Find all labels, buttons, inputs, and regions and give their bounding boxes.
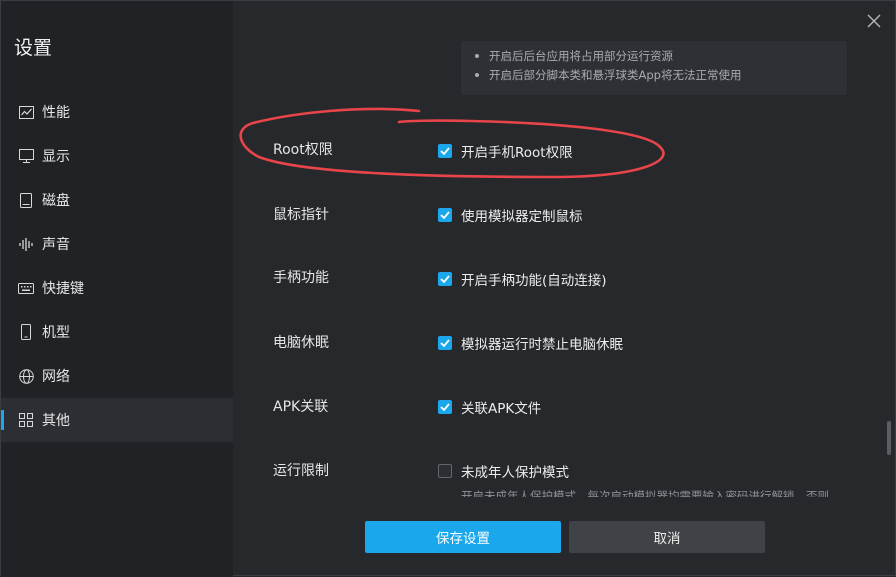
apk-association-label: APK关联 [273,399,329,415]
pc-sleep-checkbox[interactable] [438,336,452,350]
sidebar-item-label: 声音 [42,237,70,253]
gamepad-option[interactable]: 开启手柄功能(自动连接) [438,269,607,289]
run-limit-description: 开启未成年人保护模式，每次启动模拟器均需要输入密码进行解锁，否则 [461,489,829,497]
cancel-button[interactable]: 取消 [569,521,765,553]
sidebar-item-label: 磁盘 [42,193,70,209]
option-label: 开启手机Root权限 [461,145,573,161]
sidebar-item-display[interactable]: 显示 [1,134,233,178]
sidebar-item-other[interactable]: 其他 [1,398,233,442]
sidebar-title: 设置 [14,37,53,59]
mouse-pointer-option[interactable]: 使用模拟器定制鼠标 [438,205,583,225]
pc-sleep-label: 电脑休眠 [273,335,329,351]
minor-protection-option[interactable]: 未成年人保护模式 [438,461,569,481]
mouse-pointer-checkbox[interactable] [438,208,452,222]
sidebar-item-label: 性能 [42,105,70,121]
sidebar-item-disk[interactable]: 磁盘 [1,178,233,222]
apk-association-option[interactable]: 关联APK文件 [438,397,541,417]
option-label: 未成年人保护模式 [461,465,569,481]
note-line: 开启后后台应用将占用部分运行资源 [475,48,673,64]
pc-sleep-option[interactable]: 模拟器运行时禁止电脑休眠 [438,333,623,353]
root-permission-checkbox[interactable] [438,144,452,158]
note-line: 开启后部分脚本类和悬浮球类App将无法正常使用 [475,67,741,83]
root-permission-label: Root权限 [273,142,333,158]
phone-icon [18,324,34,340]
settings-content: 开启后后台应用将占用部分运行资源 开启后部分脚本类和悬浮球类App将无法正常使用… [233,1,896,577]
disk-icon [18,192,34,208]
sidebar-item-network[interactable]: 网络 [1,354,233,398]
sidebar-item-label: 快捷键 [42,281,84,297]
option-label: 使用模拟器定制鼠标 [461,209,583,225]
chart-line-icon [18,104,34,120]
gamepad-checkbox[interactable] [438,272,452,286]
mouse-pointer-label: 鼠标指针 [273,207,329,223]
root-permission-option[interactable]: 开启手机Root权限 [438,141,573,161]
sidebar-item-label: 机型 [42,325,70,341]
globe-icon [18,368,34,384]
run-limit-label: 运行限制 [273,463,329,479]
option-label: 模拟器运行时禁止电脑休眠 [461,337,623,353]
sidebar-item-model[interactable]: 机型 [1,310,233,354]
sidebar: 设置 性能 显示 磁盘 声音 快捷键 机型 网络 其他 [1,1,233,577]
sound-wave-icon [18,236,34,252]
sidebar-item-label: 网络 [42,369,70,385]
option-label: 开启手柄功能(自动连接) [461,273,607,289]
gamepad-label: 手柄功能 [273,270,329,286]
save-settings-button[interactable]: 保存设置 [365,521,561,553]
grid-icon [18,412,34,428]
sidebar-item-label: 其他 [42,413,70,429]
settings-window: 设置 性能 显示 磁盘 声音 快捷键 机型 网络 其他 开启后后台应用将占用部分… [0,0,896,577]
keyboard-icon [18,280,34,296]
sidebar-item-performance[interactable]: 性能 [1,90,233,134]
sidebar-item-label: 显示 [42,149,70,165]
info-note-box: 开启后后台应用将占用部分运行资源 开启后部分脚本类和悬浮球类App将无法正常使用 [461,41,847,95]
note-text: 开启后部分脚本类和悬浮球类App将无法正常使用 [489,68,742,82]
minor-protection-checkbox[interactable] [438,464,452,478]
sidebar-item-shortcuts[interactable]: 快捷键 [1,266,233,310]
sidebar-item-sound[interactable]: 声音 [1,222,233,266]
scrollbar-thumb[interactable] [887,421,891,455]
monitor-icon [18,148,34,164]
apk-association-checkbox[interactable] [438,400,452,414]
option-label: 关联APK文件 [461,401,542,417]
note-text: 开启后后台应用将占用部分运行资源 [489,49,673,63]
